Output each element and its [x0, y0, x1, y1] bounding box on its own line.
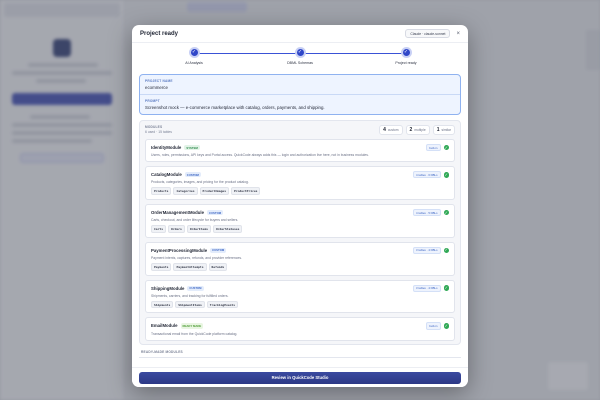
module-card-smsmodule[interactable]: SmsModuleREADY MADEbuilt-in✓SMS notifica… — [145, 345, 455, 346]
table-chip: Orders — [168, 225, 185, 233]
step-check-icon: ✓ — [188, 47, 200, 58]
table-chip: ProductImages — [199, 187, 229, 195]
module-type-badge: CUSTOM — [207, 209, 224, 216]
check-circle-icon: ✓ — [443, 322, 449, 329]
module-card-shippingmodule[interactable]: ShippingModule CUSTOM 3 tables · 4 DBLs ✓ Sh… — [145, 279, 455, 314]
table-chips: Payments PaymentAttempts Refunds — [151, 262, 449, 271]
prompt-value: Screenshot mock — e-commerce marketplace… — [145, 105, 325, 110]
modules-header: MODULES 6 used · 15 tables 4 custom 2 mult… — [145, 125, 455, 135]
step-label: DBML Schemas — [287, 61, 313, 65]
module-meta-badge: 3 tables · 4 DBLs — [413, 284, 441, 292]
table-chip: OrderStatuses — [212, 225, 243, 233]
module-card-paymentprocessingmodule[interactable]: PaymentProcessingModule CUSTOM 3 tables · … — [145, 241, 455, 276]
module-name: ShippingModule — [151, 285, 185, 291]
table-chips: Carts Orders OrderItems OrderStatuses — [151, 225, 449, 233]
module-meta-badge: built-in — [426, 322, 441, 330]
check-circle-icon: ✓ — [443, 285, 449, 291]
module-description: Carts, checkout, and order lifecycle for… — [151, 218, 239, 223]
module-name: CatalogModule — [151, 172, 182, 178]
step-dbml-schemas: ✓ DBML Schemas — [270, 47, 330, 65]
table-chip: Payments — [151, 262, 172, 271]
module-name: PaymentProcessingModule — [151, 247, 208, 253]
module-type-badge: CUSTOM — [210, 247, 227, 253]
table-chip: PaymentAttempts — [173, 262, 207, 271]
step-ai-analysis: ✓ AI Analysis — [164, 47, 224, 65]
module-meta-badge: 3 tables · 4 DBLs — [413, 246, 441, 254]
prompt-label: PROMPT — [145, 99, 160, 103]
check-circle-icon: ✓ — [443, 247, 449, 254]
modal-title: Project ready — [140, 30, 179, 37]
project-ready-modal: Project ready Claude · claude-sonnet × ✓… — [132, 25, 468, 387]
table-chip: ProductPrices — [231, 187, 261, 195]
module-card-emailmodule[interactable]: EmailModule READY MADE built-in ✓ Transactio… — [145, 317, 455, 341]
module-meta-badge: 4 tables · 6 DBLs — [413, 171, 441, 179]
module-meta-badge: built-in — [426, 144, 441, 152]
modules-title: MODULES — [145, 125, 163, 129]
stat-multiple: 2 multiple — [405, 125, 430, 135]
step-check-icon: ✓ — [294, 47, 306, 58]
step-project-ready: ✓ Project ready — [376, 47, 436, 65]
model-badge: Claude · claude-sonnet — [405, 29, 451, 38]
module-name: IdentityModule — [151, 145, 182, 151]
module-name: OrderManagementModule — [151, 210, 205, 216]
table-chip: OrderItems — [186, 225, 211, 233]
modal-header: Project ready Claude · claude-sonnet × — [132, 25, 468, 43]
module-name: EmailModule — [151, 323, 178, 329]
module-description: Products, categories, images, and pricin… — [151, 180, 249, 185]
module-type-badge: SYSTEM — [184, 145, 200, 151]
table-chip: Carts — [151, 225, 167, 233]
stat-custom: 4 custom — [379, 125, 403, 135]
progress-stepper: ✓ AI Analysis ✓ DBML Schemas ✓ Project r… — [132, 47, 468, 71]
project-summary: PROJECT NAME ecommerce PROMPT Screenshot… — [139, 74, 461, 115]
module-description: Users, roles, permissions, API keys and … — [151, 153, 369, 158]
project-name-value: ecommerce — [145, 85, 168, 90]
table-chip: Shipments — [151, 300, 174, 309]
table-chip: TrackingEvents — [206, 300, 239, 309]
project-name-label: PROJECT NAME — [145, 79, 173, 83]
step-label: Project ready — [395, 61, 417, 65]
check-circle-icon: ✓ — [443, 209, 449, 216]
module-card-identitymodule[interactable]: IdentityModule SYSTEM built-in ✓ Users, role… — [145, 139, 455, 163]
ready-made-modules-label: READY-MADE MODULES — [141, 350, 183, 354]
check-circle-icon: ✓ — [443, 171, 449, 178]
table-chip: ShipmentItems — [175, 300, 205, 309]
module-card-catalogmodule[interactable]: CatalogModule CUSTOM 4 tables · 6 DBLs ✓ Pro… — [145, 166, 455, 200]
table-chip: Products — [151, 187, 172, 195]
module-card-ordermanagementmodule[interactable]: OrderManagementModule CUSTOM 4 tables · 5 … — [145, 203, 455, 238]
step-label: AI Analysis — [185, 61, 203, 65]
table-chip: Refunds — [208, 262, 228, 271]
module-type-badge: READY MADE — [180, 323, 204, 329]
module-description: Payment intents, captures, refunds, and … — [151, 255, 243, 260]
table-chip: Categories — [173, 187, 198, 195]
check-circle-icon: ✓ — [443, 144, 449, 151]
module-meta-badge: 4 tables · 5 DBLs — [413, 208, 441, 217]
module-type-badge: CUSTOM — [184, 172, 201, 178]
step-check-icon: ✓ — [400, 47, 412, 58]
module-list: IdentityModule SYSTEM built-in ✓ Users, role… — [145, 139, 455, 346]
modal-footer: Review in QuickCode Studio — [132, 367, 468, 387]
close-icon[interactable]: × — [456, 31, 460, 37]
modules-subtitle: 6 used · 15 tables — [145, 130, 172, 134]
module-type-badge: CUSTOM — [187, 285, 204, 291]
review-in-studio-button[interactable]: Review in QuickCode Studio — [139, 371, 461, 384]
module-description: Shipments, carriers, and tracking for fu… — [151, 293, 229, 298]
stat-similar: 1 similar — [432, 125, 455, 135]
table-chips: Products Categories ProductImages ProductPr… — [151, 187, 449, 195]
module-description: Transactional email from the QuickCode p… — [151, 331, 238, 336]
modules-panel[interactable]: MODULES 6 used · 15 tables 4 custom 2 mult… — [139, 120, 461, 345]
table-chips: Shipments ShipmentItems TrackingEvents — [151, 300, 449, 309]
